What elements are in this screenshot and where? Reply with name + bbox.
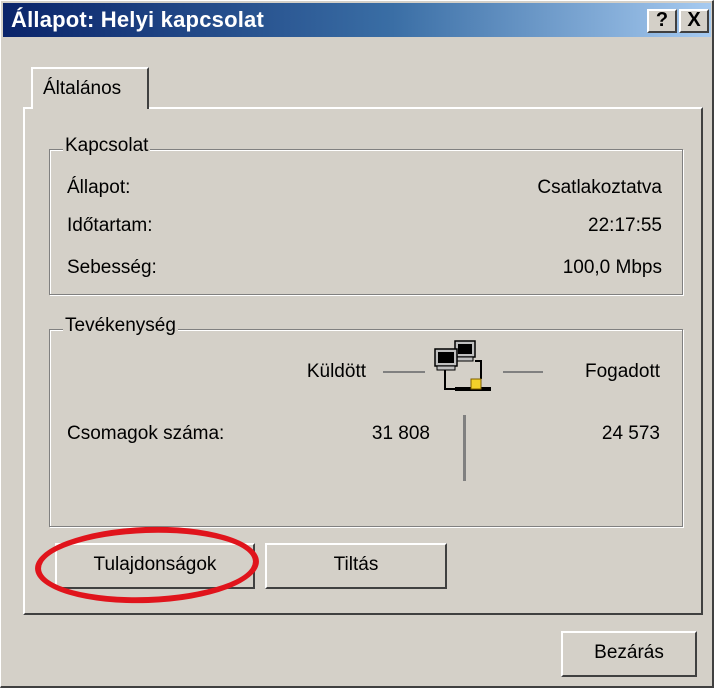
sent-line [383,371,425,373]
help-button[interactable]: ? [647,9,677,33]
packets-sent-value: 31 808 [371,423,430,444]
tab-general-label: Általános [43,78,122,99]
status-dialog: Állapot: Helyi kapcsolat ? X Általános K… [0,0,714,688]
received-label: Fogadott [585,361,660,382]
sent-label: Küldött [306,361,366,382]
close-button[interactable]: Bezárás [561,631,697,677]
speed-value: 100,0 Mbps [562,257,662,278]
disable-button[interactable]: Tiltás [265,543,447,589]
window-title: Állapot: Helyi kapcsolat [11,7,264,32]
tab-general[interactable]: Általános [31,67,149,109]
activity-divider [463,415,466,481]
packets-received-value: 24 573 [601,423,660,444]
status-value: Csatlakoztatva [537,177,662,198]
duration-label: Időtartam: [67,215,153,236]
close-window-button[interactable]: X [679,9,709,33]
activity-group-label: Tevékenység [63,315,178,337]
duration-value: 22:17:55 [588,215,662,236]
packets-label: Csomagok száma: [67,423,225,444]
network-computers-icon [431,339,497,403]
received-line [503,371,543,373]
speed-label: Sebesség: [67,257,157,278]
title-bar[interactable]: Állapot: Helyi kapcsolat ? X [3,3,711,37]
status-label: Állapot: [67,177,131,198]
connection-group-label: Kapcsolat [63,135,151,157]
